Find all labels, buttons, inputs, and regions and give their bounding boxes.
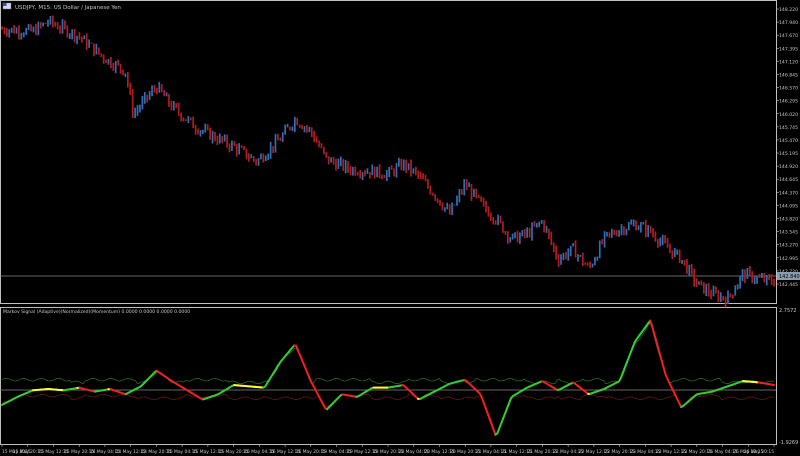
lower-band xyxy=(1,393,775,434)
price-tick-label: 147.120 xyxy=(779,59,798,65)
time-tick-label: 26 May 20:15 xyxy=(744,449,774,455)
time-axis: 15 May 202515 May 20:1515 May 12:1515 Ma… xyxy=(1,444,775,455)
price-tick-label: 146.845 xyxy=(779,72,798,78)
us-flag-canton xyxy=(3,3,7,6)
price-tick-label: 144.920 xyxy=(779,164,798,170)
symbol-title: USDJPY, M15: US Dollar / Japanese Yen xyxy=(15,5,121,11)
indicator-axis-top: 2.7572 xyxy=(779,308,797,314)
indicator-frame xyxy=(0,307,777,445)
price-tick-label: 146.570 xyxy=(779,86,798,92)
price-tick-label: 146.295 xyxy=(779,99,798,105)
signal-segment xyxy=(660,359,665,369)
signal-segment xyxy=(658,352,663,362)
price-tick-label: 144.370 xyxy=(779,190,798,196)
price-tick-label: 146.020 xyxy=(779,112,798,118)
price-tick-label: 147.670 xyxy=(779,33,798,39)
signal-line xyxy=(1,319,775,436)
signal-segment xyxy=(651,325,656,334)
price-tick-label: 144.095 xyxy=(779,203,798,209)
indicator-axis-bottom: -1.9269 xyxy=(779,440,798,446)
price-series xyxy=(1,15,775,308)
price-tick-label: 142.995 xyxy=(779,256,798,262)
main-chart-frame xyxy=(0,0,777,304)
price-axis: 148.220 147.940 147.670 147.395 147.120 146.8… xyxy=(776,7,798,288)
price-tick-label: 143.545 xyxy=(779,230,798,236)
signal-segment xyxy=(653,331,657,341)
price-tick-label: 147.940 xyxy=(779,20,798,26)
signal-segment xyxy=(662,366,667,376)
indicator-title: Markov Signal (Adaptive)(Normalized)(Mom… xyxy=(3,309,190,315)
upper-band xyxy=(1,321,775,385)
signal-segment xyxy=(656,345,661,355)
symbol-header: USDJPY, M15: US Dollar / Japanese Yen xyxy=(2,2,121,11)
trading-chart[interactable]: USDJPY, M15: US Dollar / Japanese Yen 14… xyxy=(0,0,800,456)
price-tick-label: 142.445 xyxy=(779,282,798,288)
price-tick-label: 143.820 xyxy=(779,217,798,223)
price-tick-label: 143.270 xyxy=(779,243,798,249)
price-tick-label: 145.195 xyxy=(779,151,798,157)
price-tick-label: 144.645 xyxy=(779,177,798,183)
indicator-bands xyxy=(1,321,775,434)
current-price-value: 142.840 xyxy=(779,274,800,280)
price-tick-label: 148.220 xyxy=(779,7,798,13)
price-tick-label: 145.745 xyxy=(779,125,798,131)
price-tick-label: 145.470 xyxy=(779,138,798,144)
current-price-tag: 142.840 xyxy=(777,272,800,280)
price-tick-label: 147.395 xyxy=(779,46,798,52)
